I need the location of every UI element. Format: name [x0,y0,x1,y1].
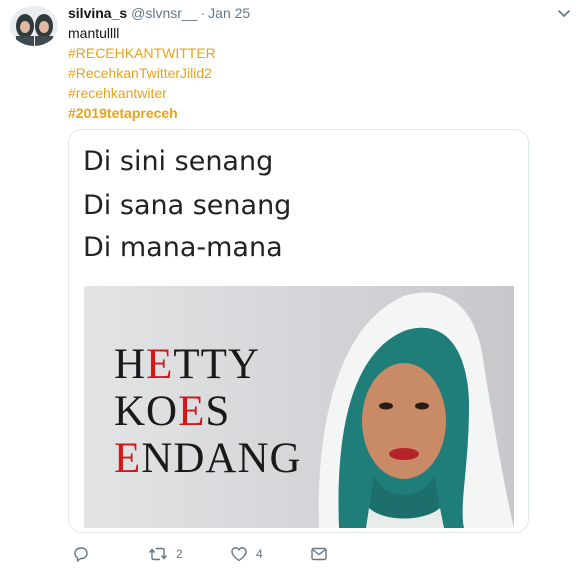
reply-icon [74,547,88,562]
meme-photo: HETTY KOES ENDANG [84,286,514,528]
hashtag[interactable]: #recehkantwiter [68,83,216,103]
retweet-icon [148,547,168,561]
hashtag[interactable]: #RECEHKANTWITTER [68,43,216,63]
tweet-header: silvina_s @slvnsr__ · Jan 25 [68,4,250,22]
separator-dot: · [200,5,206,21]
tweet-date[interactable]: Jan 25 [208,5,250,21]
tweet-text: mantullll [68,25,120,41]
meme-name: HETTY KOES ENDANG [114,341,302,482]
meme-name-line: ENDANG [114,435,302,482]
chevron-down-icon[interactable] [557,6,571,20]
like-count: 4 [256,547,263,561]
heart-icon [231,547,247,562]
retweet-button[interactable]: 2 [148,545,183,563]
meme-line: Di mana-mana [83,232,283,263]
hashtag[interactable]: #2019tetapreceh [68,103,216,123]
user-handle[interactable]: @slvnsr__ [131,5,197,21]
action-bar: 2 4 [68,545,368,565]
tweet-body: mantullll #RECEHKANTWITTER #RecehkanTwit… [68,23,216,123]
reply-button[interactable] [72,545,90,563]
direct-message-button[interactable] [310,545,328,563]
meme-line: Di sini senang [83,146,274,177]
meme-line: Di sana senang [83,190,292,221]
retweet-count: 2 [176,547,183,561]
display-name[interactable]: silvina_s [68,5,127,21]
meme-name-line: HETTY [114,341,260,388]
meme-name-line: KOES [114,388,231,435]
envelope-icon [311,547,327,561]
like-button[interactable]: 4 [230,545,263,563]
hashtag[interactable]: #RecehkanTwitterJilid2 [68,63,216,83]
tweet: silvina_s @slvnsr__ · Jan 25 mantullll #REC… [0,0,583,575]
avatar[interactable] [10,6,58,46]
media-card[interactable]: Di sini senang Di sana senang Di mana-ma… [68,129,529,533]
